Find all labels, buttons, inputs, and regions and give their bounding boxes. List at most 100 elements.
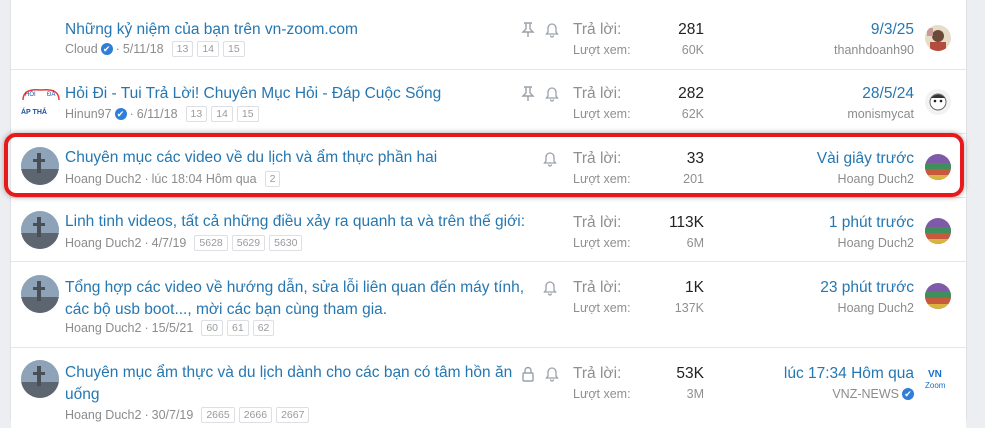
avatar-text: ĐÁ <box>47 91 55 98</box>
last-poster-avatar[interactable] <box>925 283 951 309</box>
page-link[interactable]: 2665 <box>201 407 235 423</box>
last-post-date[interactable]: 28/5/24 <box>862 85 914 103</box>
thread-author-avatar[interactable] <box>21 275 59 313</box>
page-link[interactable]: 5628 <box>194 235 228 251</box>
thread-list: Những kỷ niệm của bạn trên vn-zoom.com C… <box>10 0 967 428</box>
replies-label: Trả lời: <box>573 214 622 231</box>
thread-date: 6/11/18 <box>136 107 178 121</box>
page-links: 13 14 15 <box>185 106 263 122</box>
page-link[interactable]: 14 <box>197 41 219 57</box>
separator: · <box>115 42 120 56</box>
thread-date: 5/11/18 <box>122 42 164 56</box>
thread-author-avatar[interactable] <box>21 211 59 249</box>
verified-icon: ✔ <box>114 108 127 120</box>
thread-meta: Hoang Duch2 · 30/7/19 2665 2666 2667 <box>65 407 313 423</box>
separator: · <box>144 236 149 250</box>
page-links: 2665 2666 2667 <box>201 407 313 423</box>
thread-meta: Hoang Duch2 · 15/5/21 60 61 62 <box>65 320 278 336</box>
last-poster-avatar[interactable] <box>925 89 951 115</box>
status-icons <box>521 86 559 102</box>
thread-row: Linh tinh videos, tất cả những điều xảy … <box>11 198 966 262</box>
views-label: Lượt xem: <box>573 43 631 57</box>
avatar-text: ÁP THẮ <box>21 107 47 116</box>
replies-label: Trả lời: <box>573 279 622 296</box>
last-post-user[interactable]: monismycat <box>847 107 914 121</box>
thread-author[interactable]: Hinun97 <box>65 107 112 121</box>
thread-date: 30/7/19 <box>151 408 194 422</box>
thread-author[interactable]: Hoang Duch2 <box>65 408 141 422</box>
page-link[interactable]: 61 <box>227 320 249 336</box>
views-count: 62K <box>681 107 704 121</box>
bell-icon <box>543 281 557 296</box>
page-links: 13 14 15 <box>171 41 249 57</box>
views-count: 3M <box>686 387 704 401</box>
last-post-date[interactable]: 23 phút trước <box>820 279 914 297</box>
replies-label: Trả lời: <box>573 85 622 102</box>
thread-title[interactable]: Những kỷ niệm của bạn trên vn-zoom.com <box>65 19 545 41</box>
replies-count: 281 <box>678 21 704 38</box>
last-post-date[interactable]: 9/3/25 <box>871 21 914 39</box>
thread-author-avatar[interactable] <box>21 360 59 398</box>
separator: · <box>144 408 149 422</box>
thread-row: Tổng hợp các video về hướng dẫn, sửa lỗi… <box>11 262 966 348</box>
last-poster-avatar[interactable] <box>925 218 951 244</box>
pin-icon <box>521 22 535 37</box>
bell-icon <box>545 23 559 38</box>
thread-author[interactable]: Hoang Duch2 <box>65 236 141 250</box>
thread-meta: Hinun97 ✔ · 6/11/18 13 14 15 <box>65 106 263 122</box>
page-link[interactable]: 15 <box>223 41 245 57</box>
status-icons <box>521 22 559 38</box>
last-post-date[interactable]: 1 phút trước <box>829 214 914 232</box>
replies-count: 282 <box>678 85 704 102</box>
page-link[interactable]: 5629 <box>231 235 266 251</box>
thread-author-avatar[interactable]: HỎI ĐÁ ÁP THẮ <box>19 82 63 120</box>
page-link[interactable]: 62 <box>252 320 275 336</box>
status-icons <box>521 366 559 382</box>
replies-count: 113K <box>668 214 704 231</box>
bell-icon <box>545 87 559 102</box>
page-link[interactable]: 60 <box>201 320 224 336</box>
thread-author[interactable]: Cloud <box>65 42 98 56</box>
views-label: Lượt xem: <box>573 301 631 315</box>
replies-count: 1K <box>685 279 704 296</box>
thread-date: 15/5/21 <box>151 321 194 335</box>
page-link[interactable]: 15 <box>236 106 259 122</box>
page-links: 5628 5629 5630 <box>194 235 306 251</box>
views-count: 6M <box>686 236 704 250</box>
replies-count: 53K <box>676 365 704 382</box>
page-link[interactable]: 13 <box>185 106 208 122</box>
thread-author[interactable]: Hoang Duch2 <box>65 321 141 335</box>
avatar-text: Zoom <box>925 381 946 390</box>
thread-title[interactable]: Chuyên mục ẩm thực và du lịch dành cho c… <box>65 362 545 406</box>
page-link[interactable]: 2666 <box>238 407 273 423</box>
last-poster-avatar[interactable] <box>925 25 951 51</box>
replies-label: Trả lời: <box>573 21 622 38</box>
avatar-text: HỎI <box>25 91 36 98</box>
thread-row: Những kỷ niệm của bạn trên vn-zoom.com C… <box>11 0 966 70</box>
page-link[interactable]: 5630 <box>269 235 303 251</box>
thread-title[interactable]: Tổng hợp các video về hướng dẫn, sửa lỗi… <box>65 277 545 321</box>
last-poster-avatar[interactable]: VN Zoom <box>925 366 951 392</box>
avatar-text: VN <box>928 369 942 380</box>
bell-icon <box>545 367 559 382</box>
last-post-date[interactable]: lúc 17:34 Hôm qua <box>784 365 914 383</box>
thread-meta: Hoang Duch2 · 4/7/19 5628 5629 5630 <box>65 235 306 251</box>
page-link[interactable]: 13 <box>171 41 194 57</box>
separator: · <box>129 107 134 121</box>
last-post-user[interactable]: Hoang Duch2 <box>838 301 914 315</box>
last-post-user[interactable]: VNZ-NEWS ✔ <box>832 387 914 401</box>
last-post-user[interactable]: Hoang Duch2 <box>838 236 914 250</box>
page-link[interactable]: 14 <box>211 106 233 122</box>
separator: · <box>144 321 149 335</box>
thread-title[interactable]: Linh tinh videos, tất cả những điều xảy … <box>65 211 545 233</box>
verified-icon: ✔ <box>902 388 914 400</box>
thread-meta: Cloud ✔ · 5/11/18 13 14 15 <box>65 41 249 57</box>
last-post-user-name[interactable]: VNZ-NEWS <box>832 387 899 401</box>
page-link[interactable]: 2667 <box>276 407 310 423</box>
thread-title[interactable]: Hỏi Đi - Tui Trả Lời! Chuyên Mục Hỏi - Đ… <box>65 83 545 105</box>
views-count: 60K <box>681 43 704 57</box>
last-post-user[interactable]: thanhdoanh90 <box>834 43 914 57</box>
views-label: Lượt xem: <box>573 387 631 401</box>
views-label: Lượt xem: <box>573 107 631 121</box>
thread-row: HỎI ĐÁ ÁP THẮ Hỏi Đi - Tui Trả Lời! Chuy… <box>11 70 966 134</box>
